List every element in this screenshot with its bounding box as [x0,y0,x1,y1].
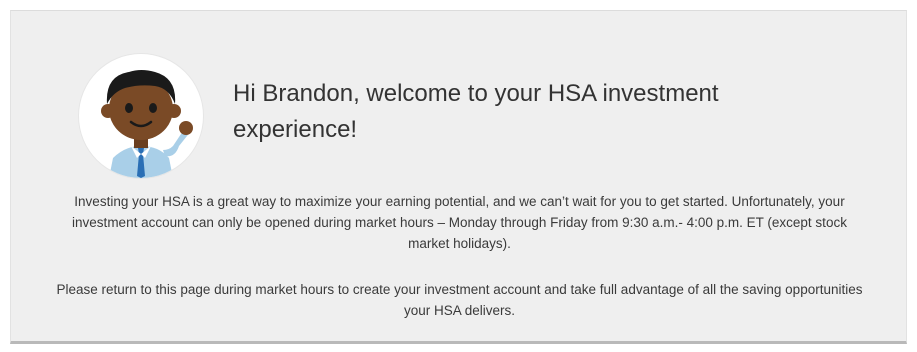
welcome-header: Hi Brandon, welcome to your HSA investme… [79,54,793,178]
return-instructions: Please return to this page during market… [56,282,863,318]
welcome-card: Hi Brandon, welcome to your HSA investme… [10,10,907,344]
waving-man-avatar-icon [79,54,203,178]
market-hours-notice: Investing your HSA is a great way to max… [72,194,847,251]
welcome-heading: Hi Brandon, welcome to your HSA investme… [233,80,719,143]
